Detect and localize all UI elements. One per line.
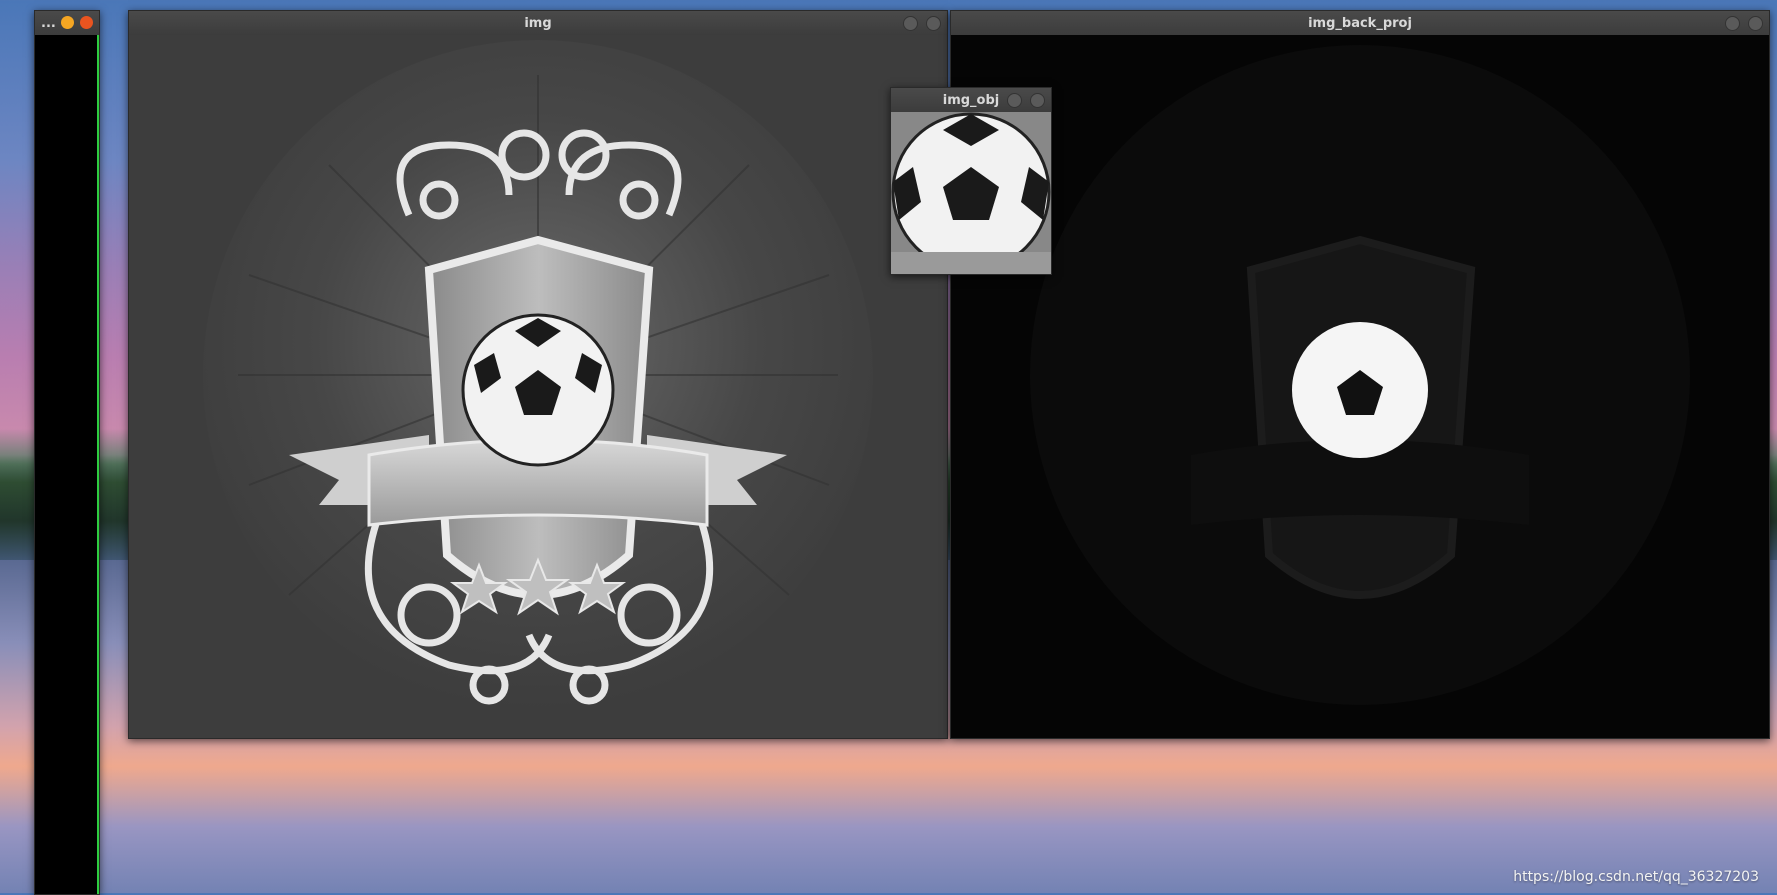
img-obj-title: img_obj: [942, 92, 1000, 108]
minimize-icon[interactable]: [1725, 16, 1740, 31]
close-icon[interactable]: [80, 16, 93, 29]
minimize-icon[interactable]: [1007, 93, 1022, 108]
soccer-emblem-image: [203, 40, 873, 710]
img-back-proj-canvas: [951, 35, 1769, 738]
img-window[interactable]: img: [128, 10, 948, 739]
img-canvas: [129, 35, 947, 738]
watermark-url: https://blog.csdn.net/qq_36327203: [1513, 869, 1759, 885]
soccer-ball-icon: [1292, 322, 1428, 458]
img-titlebar[interactable]: img: [129, 11, 947, 35]
close-icon[interactable]: [1030, 93, 1045, 108]
img-back-proj-window[interactable]: img_back_proj: [950, 10, 1770, 739]
minimize-icon[interactable]: [903, 16, 918, 31]
minimize-icon[interactable]: [61, 16, 74, 29]
img-obj-titlebar[interactable]: img_obj: [891, 88, 1051, 112]
img-title: img: [524, 15, 552, 31]
soccer-ball-crop: [891, 112, 1051, 274]
small-left-window[interactable]: ...: [34, 10, 100, 895]
img-obj-window[interactable]: img_obj: [890, 87, 1052, 275]
img-obj-canvas: [891, 112, 1051, 274]
small-left-titlebar[interactable]: ...: [35, 11, 99, 35]
close-icon[interactable]: [926, 16, 941, 31]
img-back-proj-title: img_back_proj: [1308, 15, 1412, 31]
small-left-title: ...: [41, 15, 56, 31]
soccer-ball-icon: [461, 313, 615, 467]
close-icon[interactable]: [1748, 16, 1763, 31]
small-left-content: [35, 35, 99, 894]
img-back-proj-titlebar[interactable]: img_back_proj: [951, 11, 1769, 35]
back-projection-image: [1030, 45, 1690, 705]
